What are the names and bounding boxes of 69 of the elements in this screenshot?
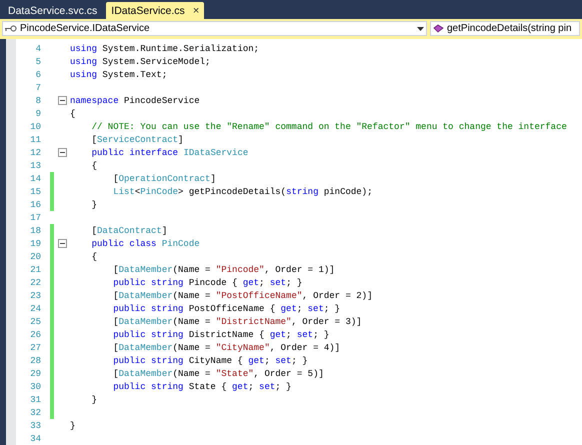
- code-line: {: [90, 160, 98, 170]
- line-number: 19: [29, 238, 41, 248]
- close-icon[interactable]: ×: [192, 4, 200, 16]
- line-number: 10: [29, 122, 41, 132]
- code-line: [DataMember(Name = "PostOfficeName", Order = 2)]: [112, 290, 372, 300]
- line-number: 28: [29, 356, 41, 366]
- line-number: 15: [29, 186, 41, 196]
- code-line: {: [70, 108, 76, 118]
- line-number: 11: [29, 134, 41, 144]
- method-icon: [433, 24, 444, 34]
- code-line: public class PinCode: [90, 238, 200, 248]
- code-line: public string Pincode { get; set; }: [112, 278, 302, 288]
- member-dropdown[interactable]: getPincodeDetails(string pin: [430, 21, 580, 36]
- line-number: 17: [29, 212, 41, 222]
- line-number: 34: [29, 434, 41, 444]
- code-line: [DataMember(Name = "Pincode", Order = 1)]: [112, 264, 335, 274]
- line-number: 14: [29, 174, 41, 184]
- code-line: public string DistrictName { get; set; }: [112, 330, 330, 340]
- line-number: 22: [29, 278, 41, 288]
- line-number: 24: [29, 304, 41, 314]
- code-line: // NOTE: You can use the "Rename" command on the "Refactor" menu to change the interface: [90, 122, 567, 132]
- file-tab[interactable]: DataService.svc.cs: [3, 2, 102, 19]
- collapse-icon[interactable]: [58, 148, 67, 157]
- code-line: [DataMember(Name = "DistrictName", Order = 3)]: [112, 316, 362, 326]
- line-number: 12: [29, 148, 41, 158]
- code-line: using System.Text;: [70, 70, 168, 80]
- line-number: 31: [29, 394, 41, 404]
- code-line: [DataMember(Name = "State", Order = 5)]: [112, 368, 324, 378]
- type-dropdown[interactable]: PincodeService.IDataService: [2, 21, 427, 36]
- collapse-icon[interactable]: [58, 239, 67, 248]
- code-line: public interface IDataService: [90, 148, 248, 158]
- code-line: using System.ServiceModel;: [70, 56, 210, 66]
- line-number: 8: [34, 96, 41, 106]
- line-number: 32: [29, 408, 41, 418]
- line-number: 20: [29, 252, 41, 262]
- file-tab[interactable]: IDataService.cs ×: [106, 2, 204, 19]
- code-line: [DataContract]: [90, 226, 168, 236]
- key-icon: [5, 24, 17, 32]
- code-line: public string State { get; set; }: [112, 382, 292, 392]
- line-number: 18: [29, 226, 41, 236]
- collapse-icon[interactable]: [58, 96, 67, 105]
- code-line: [ServiceContract]: [90, 134, 184, 144]
- line-number: 23: [29, 290, 41, 300]
- line-number: 5: [34, 56, 41, 66]
- line-number: 6: [34, 70, 41, 80]
- line-number: 25: [29, 316, 41, 326]
- line-number: 16: [29, 200, 41, 210]
- line-number: 27: [29, 342, 41, 352]
- line-number: 33: [29, 420, 41, 430]
- line-number: 13: [29, 160, 41, 170]
- code-line: }: [90, 394, 98, 404]
- code-line: {: [90, 252, 98, 262]
- code-line: public string PostOfficeName { get; set; }: [112, 304, 340, 314]
- line-number: 7: [34, 82, 41, 92]
- caret-icon: [417, 26, 424, 30]
- code-line: }: [90, 200, 98, 210]
- code-line: List<PinCode> getPincodeDetails(string pinCode);: [112, 186, 372, 196]
- line-number: 4: [34, 44, 41, 54]
- code-line: }: [70, 420, 76, 430]
- code-line: [OperationContract]: [112, 174, 216, 184]
- line-number: 26: [29, 330, 41, 340]
- code-line: public string CityName { get; set; }: [112, 356, 308, 366]
- line-number: 9: [34, 108, 41, 118]
- code-line: using System.Runtime.Serialization;: [70, 44, 260, 54]
- line-number: 21: [29, 264, 41, 274]
- code-line: [DataMember(Name = "CityName", Order = 4)]: [112, 342, 340, 352]
- line-number: 30: [29, 382, 41, 392]
- line-number: 29: [29, 368, 41, 378]
- code-line: namespace PincodeService: [70, 96, 200, 106]
